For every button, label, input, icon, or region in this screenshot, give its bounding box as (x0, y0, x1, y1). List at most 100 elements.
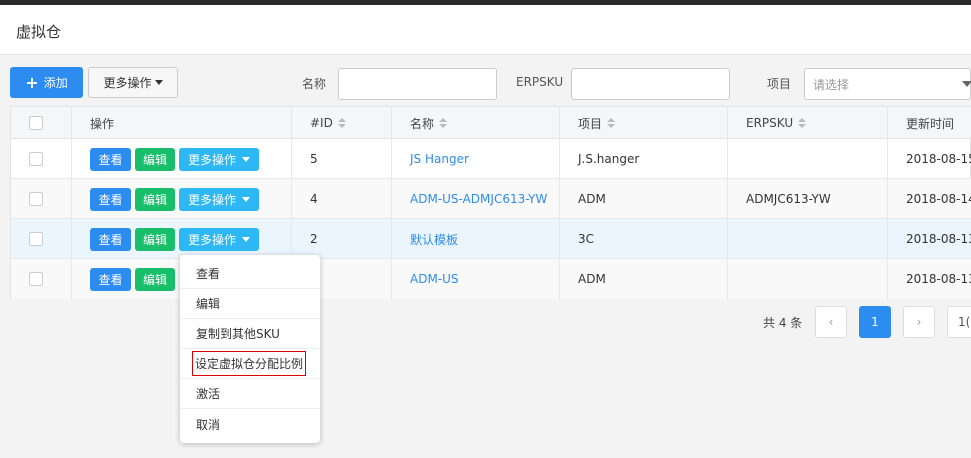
select-all-checkbox[interactable] (29, 116, 43, 130)
view-button[interactable]: 查看 (90, 147, 131, 171)
dropdown-item-activate[interactable]: 激活 (180, 379, 320, 409)
cell-name-link[interactable]: ADM-US (410, 259, 459, 299)
add-button-label: 添加 (43, 76, 68, 90)
data-table: 操作 #ID 名称 项目 ERPSKU 更新时间 查看 编辑 更多操作 5 JS… (10, 106, 971, 300)
name-filter-input[interactable] (338, 68, 497, 100)
sort-icon[interactable] (607, 118, 616, 128)
add-button[interactable]: + 添加 (10, 67, 83, 98)
project-select-placeholder: 请选择 (813, 77, 850, 92)
page-title: 虚拟仓 (16, 23, 62, 41)
plus-icon: + (25, 72, 39, 92)
column-header-updated: 更新时间 (906, 107, 954, 139)
cell-id: 4 (310, 192, 318, 206)
row-more-actions-button[interactable]: 更多操作 (179, 147, 259, 171)
dropdown-item-label: 查看 (196, 267, 221, 281)
column-header-label: #ID (310, 116, 333, 130)
dropdown-item-set-allocation-ratio[interactable]: 设定虚拟仓分配比例 (180, 349, 320, 379)
more-actions-label: 更多操作 (103, 76, 152, 90)
table-row: 查看 编辑 ADM-US ADM 2018-08-13 (11, 259, 971, 299)
column-header-label: 项目 (578, 116, 603, 131)
page-header: 虚拟仓 (0, 5, 971, 55)
column-header-label: 操作 (90, 116, 115, 131)
cell-id: 2 (310, 232, 318, 246)
edit-button[interactable]: 编辑 (135, 227, 175, 251)
table-header: 操作 #ID 名称 项目 ERPSKU 更新时间 (11, 107, 971, 139)
name-filter-label: 名称 (302, 77, 327, 91)
dropdown-item-label: 复制到其他SKU (196, 327, 280, 341)
edit-button[interactable]: 编辑 (135, 267, 175, 291)
cell-name-link[interactable]: 默认模板 (410, 219, 458, 259)
row-more-label: 更多操作 (187, 192, 236, 207)
edit-button[interactable]: 编辑 (135, 187, 175, 211)
page-size-select[interactable]: 1( (947, 306, 971, 338)
project-select[interactable]: 请选择 (804, 68, 971, 100)
dropdown-item-cancel[interactable]: 取消 (180, 409, 320, 439)
caret-down-icon (242, 196, 250, 202)
dropdown-item-edit[interactable]: 编辑 (180, 289, 320, 319)
column-divider (887, 107, 888, 300)
chevron-left-icon: ‹ (828, 315, 834, 329)
next-page-button[interactable]: › (903, 306, 935, 338)
row-more-label: 更多操作 (187, 232, 236, 247)
cell-name-link[interactable]: JS Hanger (410, 139, 469, 179)
row-more-label: 更多操作 (187, 152, 236, 167)
dropdown-item-label: 取消 (196, 417, 221, 432)
row-checkbox[interactable] (29, 272, 43, 286)
table-row: 查看 编辑 更多操作 2 默认模板 3C 2018-08-13 (11, 219, 971, 259)
cell-project: ADM (578, 192, 606, 206)
row-more-actions-button[interactable]: 更多操作 (179, 187, 259, 211)
column-divider (727, 107, 728, 300)
column-header-project[interactable]: 项目 (578, 107, 616, 139)
dropdown-item-label: 设定虚拟仓分配比例 (192, 351, 307, 376)
select-all-checkbox-cell[interactable] (29, 107, 43, 139)
cell-updated: 2018-08-14 (906, 192, 971, 206)
caret-down-icon (242, 156, 250, 162)
project-filter-label: 项目 (767, 77, 792, 91)
row-checkbox[interactable] (29, 192, 43, 206)
row-more-actions-button[interactable]: 更多操作 (179, 227, 259, 251)
cell-project: ADM (578, 272, 606, 286)
select-arrow-icon (962, 81, 971, 87)
column-header-actions: 操作 (90, 107, 114, 139)
sort-icon[interactable] (337, 118, 346, 128)
sort-icon[interactable] (798, 118, 807, 128)
edit-button[interactable]: 编辑 (135, 147, 175, 171)
column-header-label: ERPSKU (746, 116, 794, 130)
dropdown-item-label: 激活 (196, 387, 221, 401)
erpsku-filter-input[interactable] (571, 68, 730, 100)
cell-updated: 2018-08-15 (906, 152, 971, 166)
dropdown-item-view[interactable]: 查看 (180, 259, 320, 289)
cell-updated: 2018-08-13 (906, 232, 971, 246)
column-divider (559, 107, 560, 300)
prev-page-button[interactable]: ‹ (815, 306, 847, 338)
dropdown-item-copy-to-sku[interactable]: 复制到其他SKU (180, 319, 320, 349)
caret-down-icon (242, 236, 250, 242)
column-divider (71, 107, 72, 300)
column-divider (391, 107, 392, 300)
cell-erpsku: ADMJC613-YW (746, 192, 831, 206)
erpsku-filter-label: ERPSKU (516, 75, 564, 89)
cell-updated: 2018-08-13 (906, 272, 971, 286)
sort-icon[interactable] (439, 118, 448, 128)
view-button[interactable]: 查看 (90, 267, 131, 291)
table-row: 查看 编辑 更多操作 4 ADM-US-ADMJC613-YW ADM ADMJ… (11, 179, 971, 219)
cell-name-link[interactable]: ADM-US-ADMJC613-YW (410, 179, 547, 219)
column-header-id[interactable]: #ID (310, 107, 346, 139)
row-checkbox[interactable] (29, 232, 43, 246)
view-button[interactable]: 查看 (90, 187, 131, 211)
column-header-name[interactable]: 名称 (410, 107, 448, 139)
row-actions-dropdown: 查看 编辑 复制到其他SKU 设定虚拟仓分配比例 激活 取消 (180, 255, 320, 443)
dropdown-item-label: 编辑 (196, 297, 221, 311)
cell-project: J.S.hanger (578, 152, 640, 166)
chevron-right-icon: › (916, 315, 922, 329)
pagination-total: 共 4 条 (763, 316, 803, 330)
column-header-erpsku[interactable]: ERPSKU (746, 107, 807, 139)
column-header-label: 名称 (410, 116, 435, 131)
view-button[interactable]: 查看 (90, 227, 131, 251)
table-row: 查看 编辑 更多操作 5 JS Hanger J.S.hanger 2018-0… (11, 139, 971, 179)
cell-project: 3C (578, 232, 595, 246)
more-actions-button[interactable]: 更多操作 (88, 67, 178, 98)
row-checkbox[interactable] (29, 152, 43, 166)
cell-id: 5 (310, 152, 318, 166)
page-1-button[interactable]: 1 (859, 306, 891, 338)
